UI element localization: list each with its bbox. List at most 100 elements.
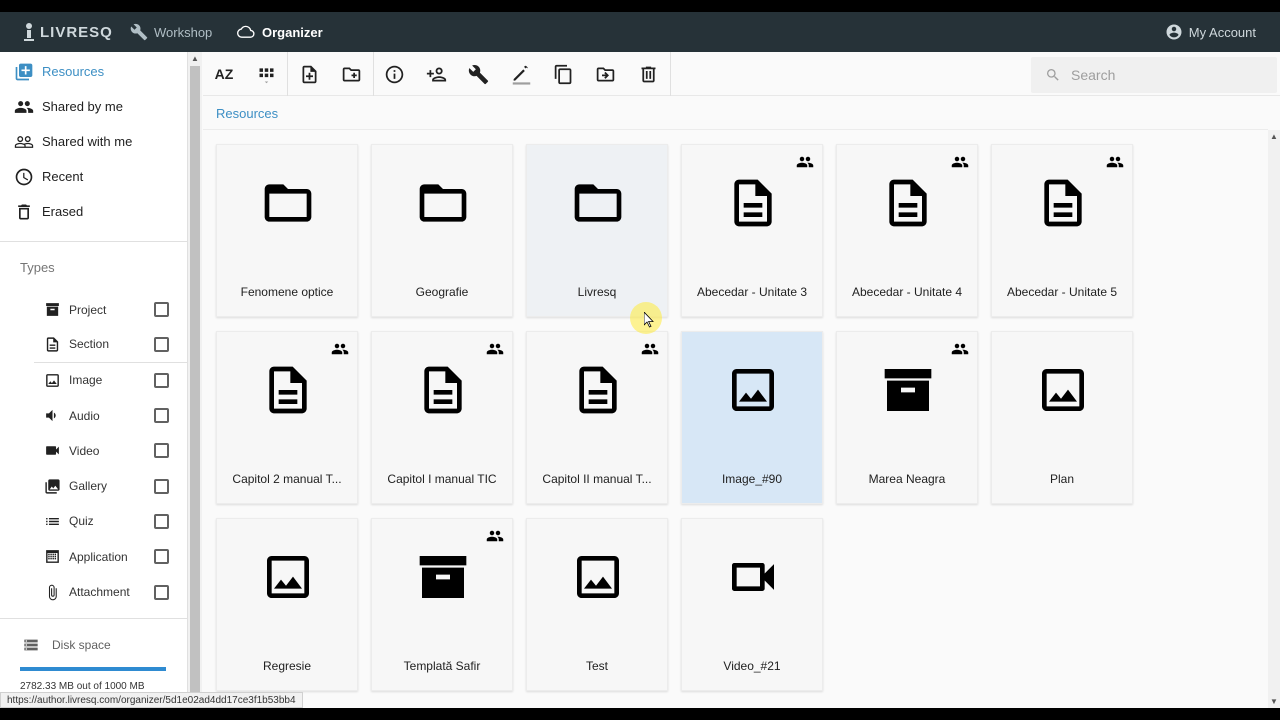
resource-card[interactable]: Abecedar - Unitate 4 <box>836 144 978 317</box>
wrench-icon <box>130 23 148 41</box>
sidebar-item-shared-with-me[interactable]: Shared with me <box>0 124 187 159</box>
resource-card[interactable]: Geografie <box>371 144 513 317</box>
search-input[interactable] <box>1071 67 1251 83</box>
shared-people-icon <box>796 156 814 168</box>
trash-icon <box>18 204 30 219</box>
clock-icon <box>15 168 33 185</box>
resource-card[interactable]: Livresq <box>526 144 668 317</box>
type-filter-application: Application <box>0 539 187 574</box>
shared-people-icon <box>1106 156 1124 168</box>
type-checkbox-project[interactable] <box>154 302 169 318</box>
disk-usage-bar <box>20 667 166 671</box>
type-checkbox-attachment[interactable] <box>154 584 169 600</box>
type-filter-image: Image <box>0 363 187 398</box>
nav-workshop[interactable]: Workshop <box>130 12 212 52</box>
copy-button[interactable] <box>542 52 584 96</box>
nav-organizer[interactable]: Organizer <box>236 12 323 52</box>
share-button[interactable] <box>415 52 457 96</box>
shared-people-icon <box>486 343 504 355</box>
sort-az-button[interactable]: AZ <box>203 52 245 96</box>
breadcrumb[interactable]: Resources <box>216 106 278 121</box>
scroll-up-arrow[interactable]: ▲ <box>1270 132 1278 141</box>
sidebar-item-resources[interactable]: Resources <box>0 54 187 89</box>
resource-card[interactable]: Abecedar - Unitate 5 <box>991 144 1133 317</box>
type-checkbox-gallery[interactable] <box>154 478 169 494</box>
logo-icon <box>24 23 34 41</box>
move-button[interactable] <box>584 52 626 96</box>
resource-card[interactable]: Abecedar - Unitate 3 <box>681 144 823 317</box>
new-file-icon <box>302 65 316 83</box>
resource-label: Livresq <box>577 285 617 299</box>
scroll-up-arrow[interactable]: ▲ <box>191 54 199 63</box>
shared-people-icon <box>486 530 504 542</box>
delete-button[interactable] <box>627 52 669 96</box>
edit-icon <box>512 65 530 85</box>
toolbar: AZ <box>203 52 1280 96</box>
new-folder-button[interactable] <box>330 52 372 96</box>
wrench-icon <box>468 64 488 84</box>
sidebar-item-label: Recent <box>42 169 84 184</box>
resource-card[interactable]: Marea Neagra <box>836 331 978 504</box>
resource-card[interactable]: Capitol II manual T... <box>526 331 668 504</box>
folder-icon <box>419 184 467 222</box>
app-window: LIVRESQ Workshop Organizer My Account Re… <box>0 12 1280 708</box>
grid-app-icon <box>46 550 59 564</box>
resource-card[interactable]: Templată Safir <box>371 518 513 691</box>
image-icon <box>732 369 774 411</box>
archive-icon <box>884 369 932 411</box>
sidebar-scrollbar[interactable]: ▲ <box>188 52 202 700</box>
new-file-button[interactable] <box>288 52 330 96</box>
resource-label: Abecedar - Unitate 4 <box>851 285 963 299</box>
sort-az-icon: AZ <box>214 66 234 82</box>
document-icon <box>46 337 59 352</box>
type-filter-quiz: Quiz <box>0 504 187 539</box>
my-account-label: My Account <box>1188 24 1256 40</box>
type-checkbox-application[interactable] <box>154 549 169 565</box>
toolbar-divider <box>670 52 671 96</box>
my-account-button[interactable]: My Account <box>1165 12 1256 52</box>
speaker-icon <box>46 409 56 422</box>
search-box <box>1031 57 1277 93</box>
type-checkbox-video[interactable] <box>154 443 169 459</box>
resource-label: Marea Neagra <box>868 472 946 486</box>
sidebar: Resources Shared by me Shared with me Re… <box>0 52 188 708</box>
type-label: Video <box>69 443 100 458</box>
resource-card[interactable]: Regresie <box>216 518 358 691</box>
main-scrollbar[interactable]: ▲ ▼ <box>1268 130 1280 708</box>
type-checkbox-section[interactable] <box>154 336 169 352</box>
sidebar-item-label: Shared with me <box>42 134 133 149</box>
rename-button[interactable] <box>500 52 542 96</box>
resource-card[interactable]: Capitol I manual TIC <box>371 331 513 504</box>
resource-card[interactable]: Video_#21 <box>681 518 823 691</box>
sidebar-item-erased[interactable]: Erased <box>0 194 187 229</box>
type-checkbox-image[interactable] <box>154 372 169 388</box>
type-filter-audio: Audio <box>0 398 187 433</box>
grid-view-button[interactable] <box>245 52 287 96</box>
disk-space-label: Disk space <box>52 638 111 652</box>
info-button[interactable] <box>373 52 415 96</box>
sidebar-item-shared-by-me[interactable]: Shared by me <box>0 89 187 124</box>
resource-label: Fenomene optice <box>240 285 334 299</box>
shared-people-icon <box>641 343 659 355</box>
type-filter-gallery: Gallery <box>0 468 187 503</box>
document-icon <box>889 179 927 227</box>
scroll-down-arrow[interactable]: ▼ <box>1270 697 1278 706</box>
resource-card[interactable]: Test <box>526 518 668 691</box>
info-icon <box>385 65 403 83</box>
resource-card[interactable]: Capitol 2 manual T... <box>216 331 358 504</box>
type-checkbox-audio[interactable] <box>154 408 169 424</box>
resource-card[interactable]: Plan <box>991 331 1133 504</box>
type-label: Quiz <box>69 514 94 529</box>
logo[interactable]: LIVRESQ <box>24 20 113 44</box>
type-label: Gallery <box>69 479 108 494</box>
sidebar-item-recent[interactable]: Recent <box>0 159 187 194</box>
search-icon <box>1047 69 1059 81</box>
divider <box>203 129 1268 130</box>
type-checkbox-quiz[interactable] <box>154 513 169 529</box>
resource-card[interactable]: Image_#90 <box>681 331 823 504</box>
tools-button[interactable] <box>457 52 499 96</box>
sidebar-scroll-thumb[interactable] <box>190 66 200 692</box>
resource-card[interactable]: Fenomene optice <box>216 144 358 317</box>
archive-icon <box>46 303 59 317</box>
sidebar-item-label: Erased <box>42 204 84 219</box>
